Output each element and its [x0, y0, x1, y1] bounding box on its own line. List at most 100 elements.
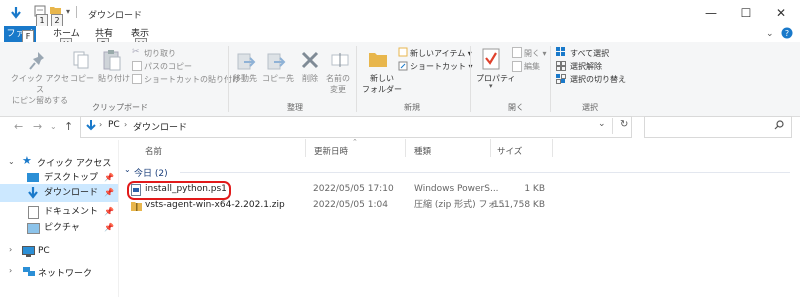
- paste-button[interactable]: 貼り付け: [98, 73, 130, 84]
- ribbon-separator-4: [550, 46, 551, 112]
- select-all-icon: [556, 47, 566, 57]
- new-folder-label-2: フォルダー: [362, 85, 402, 94]
- header-divider-3: [490, 139, 491, 157]
- file-modified: 2022/05/05 17:10: [313, 184, 394, 194]
- ribbon-expand-icon[interactable]: ⌄: [766, 29, 774, 39]
- back-button[interactable]: ←: [14, 120, 23, 133]
- table-row[interactable]: vsts-agent-win-x64-2.202.1.zip 2022/05/0…: [120, 198, 660, 213]
- organize-group-label: 整理: [287, 103, 303, 112]
- select-none-icon: [556, 61, 566, 71]
- shortcut-button[interactable]: ショートカット ▾: [410, 61, 473, 72]
- documents-icon: [28, 206, 39, 219]
- delete-button[interactable]: 削除: [302, 73, 318, 84]
- breadcrumb-downloads[interactable]: ダウンロード: [133, 120, 187, 133]
- close-button[interactable]: ✕: [770, 6, 792, 20]
- cut-icon: ✂: [132, 47, 140, 57]
- pictures-icon: [27, 223, 40, 234]
- breadcrumb-pc[interactable]: PC: [108, 120, 120, 130]
- desktop-icon: [27, 173, 39, 182]
- header-divider-4: [552, 139, 553, 157]
- copy-path-button[interactable]: パスのコピー: [144, 61, 192, 72]
- pin-pictures-icon: 📌: [104, 223, 114, 232]
- pin-icon: [28, 50, 48, 72]
- window-title: ダウンロード: [88, 11, 143, 21]
- column-header-type[interactable]: 種類: [414, 145, 431, 157]
- search-input[interactable]: [644, 116, 792, 138]
- qa-customize-icon[interactable]: ▾: [66, 7, 70, 16]
- delete-icon: [300, 50, 320, 70]
- quick-access-expand-icon[interactable]: ⌄: [8, 157, 15, 166]
- invert-selection-button[interactable]: 選択の切り替え: [570, 74, 626, 85]
- nav-pc[interactable]: PC: [38, 246, 50, 256]
- ribbon-separator-1: [228, 46, 229, 112]
- address-divider: [612, 118, 613, 134]
- group-header-rule: [180, 172, 790, 173]
- edit-button[interactable]: 編集: [524, 61, 540, 72]
- properties-dropdown-icon[interactable]: ▾: [489, 82, 493, 90]
- help-icon[interactable]: ?: [781, 27, 793, 39]
- ribbon-tabs: [0, 26, 800, 43]
- nav-quick-access[interactable]: クイック アクセス: [37, 156, 111, 169]
- nav-item-downloads-label: ダウンロード: [44, 188, 99, 198]
- new-folder-label-1: 新しい: [370, 74, 394, 83]
- clipboard-group-label: クリップボード: [92, 103, 148, 112]
- recent-locations-button[interactable]: ⌄: [50, 122, 57, 131]
- quick-access-star-icon: ★: [22, 154, 32, 167]
- copy-to-button[interactable]: コピー先: [262, 73, 294, 84]
- network-icon: [22, 266, 36, 277]
- nav-item-pictures[interactable]: ピクチャ 📌: [0, 219, 118, 237]
- new-item-label: 新しいアイテム: [410, 49, 466, 58]
- open-button[interactable]: 開く ▾: [524, 48, 547, 59]
- pc-icon: [22, 246, 35, 257]
- shortcut-icon: [398, 61, 408, 71]
- file-modified: 2022/05/05 1:04: [313, 200, 388, 210]
- minimize-button[interactable]: —: [700, 6, 722, 20]
- svg-text:?: ?: [785, 29, 789, 38]
- rename-label-2: 変更: [330, 85, 346, 94]
- file-type: Windows PowerS...: [414, 184, 499, 194]
- new-item-button[interactable]: 新しいアイテム ▾: [410, 48, 472, 59]
- ribbon-separator-2: [356, 46, 357, 112]
- properties-button[interactable]: プロパティ: [476, 73, 516, 84]
- title-separator: [76, 6, 77, 18]
- file-size: 151,758 KB: [492, 200, 545, 210]
- refresh-button[interactable]: ↻: [620, 119, 628, 130]
- breadcrumb-sep-1: ›: [124, 120, 128, 129]
- breadcrumb-sep-0: ›: [99, 120, 103, 129]
- copy-to-icon: [266, 52, 286, 72]
- select-all-button[interactable]: すべて選択: [570, 48, 609, 59]
- new-item-icon: [398, 47, 408, 57]
- new-folder-button[interactable]: 新しい フォルダー: [362, 73, 402, 95]
- group-header[interactable]: 今日 (2): [134, 166, 168, 179]
- forward-button[interactable]: →: [33, 120, 42, 133]
- group-collapse-icon[interactable]: ⌄: [124, 165, 131, 174]
- column-header-name[interactable]: 名前: [145, 145, 162, 157]
- move-to-button[interactable]: 移動先: [233, 73, 257, 84]
- edit-icon: [512, 61, 522, 72]
- address-history-button[interactable]: ⌄: [598, 119, 606, 129]
- column-header-size[interactable]: サイズ: [497, 145, 522, 157]
- nav-item-downloads[interactable]: ダウンロード 📌: [0, 184, 118, 202]
- pc-expand-icon[interactable]: ›: [9, 245, 12, 254]
- copy-button[interactable]: コピー: [70, 73, 94, 84]
- network-expand-icon[interactable]: ›: [9, 266, 12, 275]
- search-icon: [774, 120, 784, 130]
- maximize-button[interactable]: ☐: [735, 6, 757, 20]
- paste-shortcut-icon: [132, 74, 142, 84]
- zip-file-icon: [131, 200, 142, 211]
- pin-label-1: クイック アクセス: [10, 74, 70, 94]
- column-header-modified[interactable]: 更新日時: [314, 145, 348, 157]
- nav-network[interactable]: ネットワーク: [38, 266, 92, 279]
- quick-access-down-icon[interactable]: [10, 6, 22, 20]
- paste-shortcut-button[interactable]: ショートカットの貼り付け: [144, 74, 240, 85]
- paste-icon: [102, 48, 122, 72]
- move-to-icon: [236, 52, 256, 72]
- nav-item-pictures-label: ピクチャ: [44, 223, 80, 233]
- new-group-label: 新規: [404, 103, 420, 112]
- rename-icon: [330, 50, 350, 70]
- ribbon-separator-3: [470, 46, 471, 112]
- select-none-button[interactable]: 選択解除: [570, 61, 602, 72]
- cut-button[interactable]: 切り取り: [144, 48, 176, 59]
- up-button[interactable]: ↑: [64, 120, 73, 133]
- rename-button[interactable]: 名前の 変更: [326, 73, 350, 95]
